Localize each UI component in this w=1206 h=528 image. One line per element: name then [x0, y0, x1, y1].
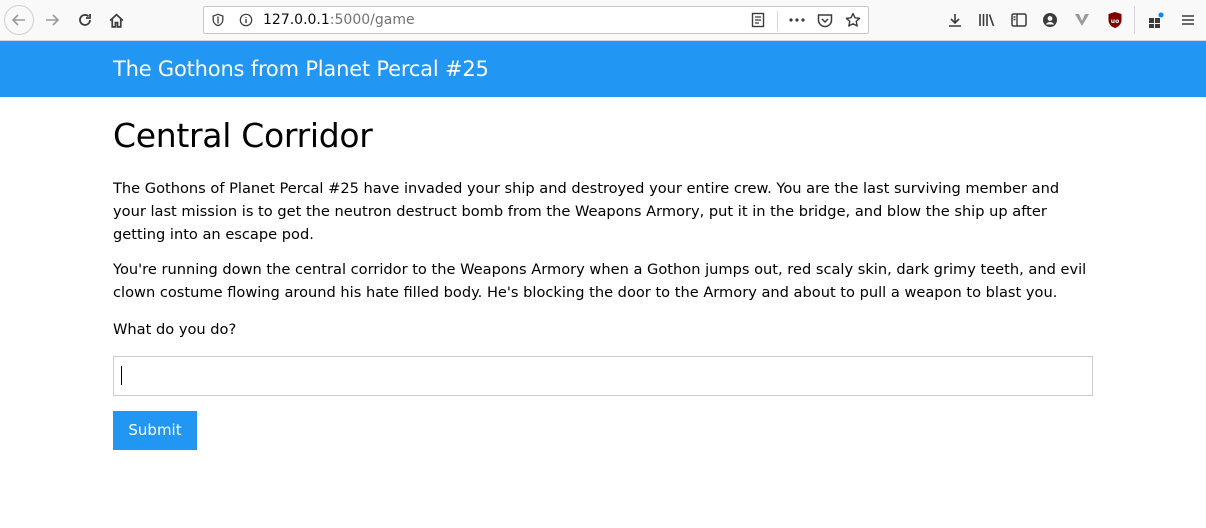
ublock-icon[interactable]: uo — [1101, 6, 1129, 34]
sidebar-icon[interactable] — [1005, 6, 1033, 34]
main-content: Central Corridor The Gothons of Planet P… — [113, 116, 1093, 450]
bookmark-star-icon[interactable] — [840, 7, 866, 33]
info-icon[interactable] — [234, 7, 258, 33]
forward-icon[interactable] — [38, 6, 66, 34]
extensions-icon[interactable] — [1142, 6, 1170, 34]
more-icon[interactable] — [784, 7, 810, 33]
site-header: The Gothons from Planet Percal #25 — [0, 41, 1206, 97]
url-text[interactable]: 127.0.0.1:5000/game — [263, 12, 415, 28]
library-icon[interactable] — [973, 6, 1001, 34]
url-path: :5000/game — [329, 12, 415, 28]
room-description-2: You're running down the central corridor… — [113, 261, 1087, 302]
toolbar-divider — [1134, 6, 1135, 34]
account-icon[interactable] — [1036, 6, 1064, 34]
home-icon[interactable] — [102, 6, 130, 34]
svg-text:uo: uo — [1111, 18, 1119, 25]
urlbar-divider — [777, 11, 778, 31]
browser-toolbar: 127.0.0.1:5000/game uo — [0, 0, 1206, 41]
site-title: The Gothons from Planet Percal #25 — [113, 57, 489, 81]
submit-button[interactable]: Submit — [113, 410, 197, 450]
vivaldi-icon[interactable] — [1068, 6, 1096, 34]
url-host: 127.0.0.1 — [263, 12, 330, 28]
url-bar[interactable]: 127.0.0.1:5000/game — [203, 6, 869, 34]
reload-icon[interactable] — [71, 6, 99, 34]
room-description-1: The Gothons of Planet Percal #25 have in… — [113, 180, 1060, 243]
back-icon[interactable] — [4, 5, 34, 35]
action-prompt: What do you do? — [113, 320, 237, 338]
reader-view-icon[interactable] — [745, 7, 771, 33]
room-title: Central Corridor — [113, 116, 373, 155]
answer-input[interactable] — [113, 355, 1093, 396]
text-caret — [121, 365, 122, 385]
downloads-icon[interactable] — [941, 6, 969, 34]
answer-field-wrapper — [113, 355, 1093, 396]
menu-icon[interactable] — [1174, 6, 1202, 34]
tracking-protection-icon[interactable] — [206, 7, 230, 33]
pocket-icon[interactable] — [812, 7, 838, 33]
